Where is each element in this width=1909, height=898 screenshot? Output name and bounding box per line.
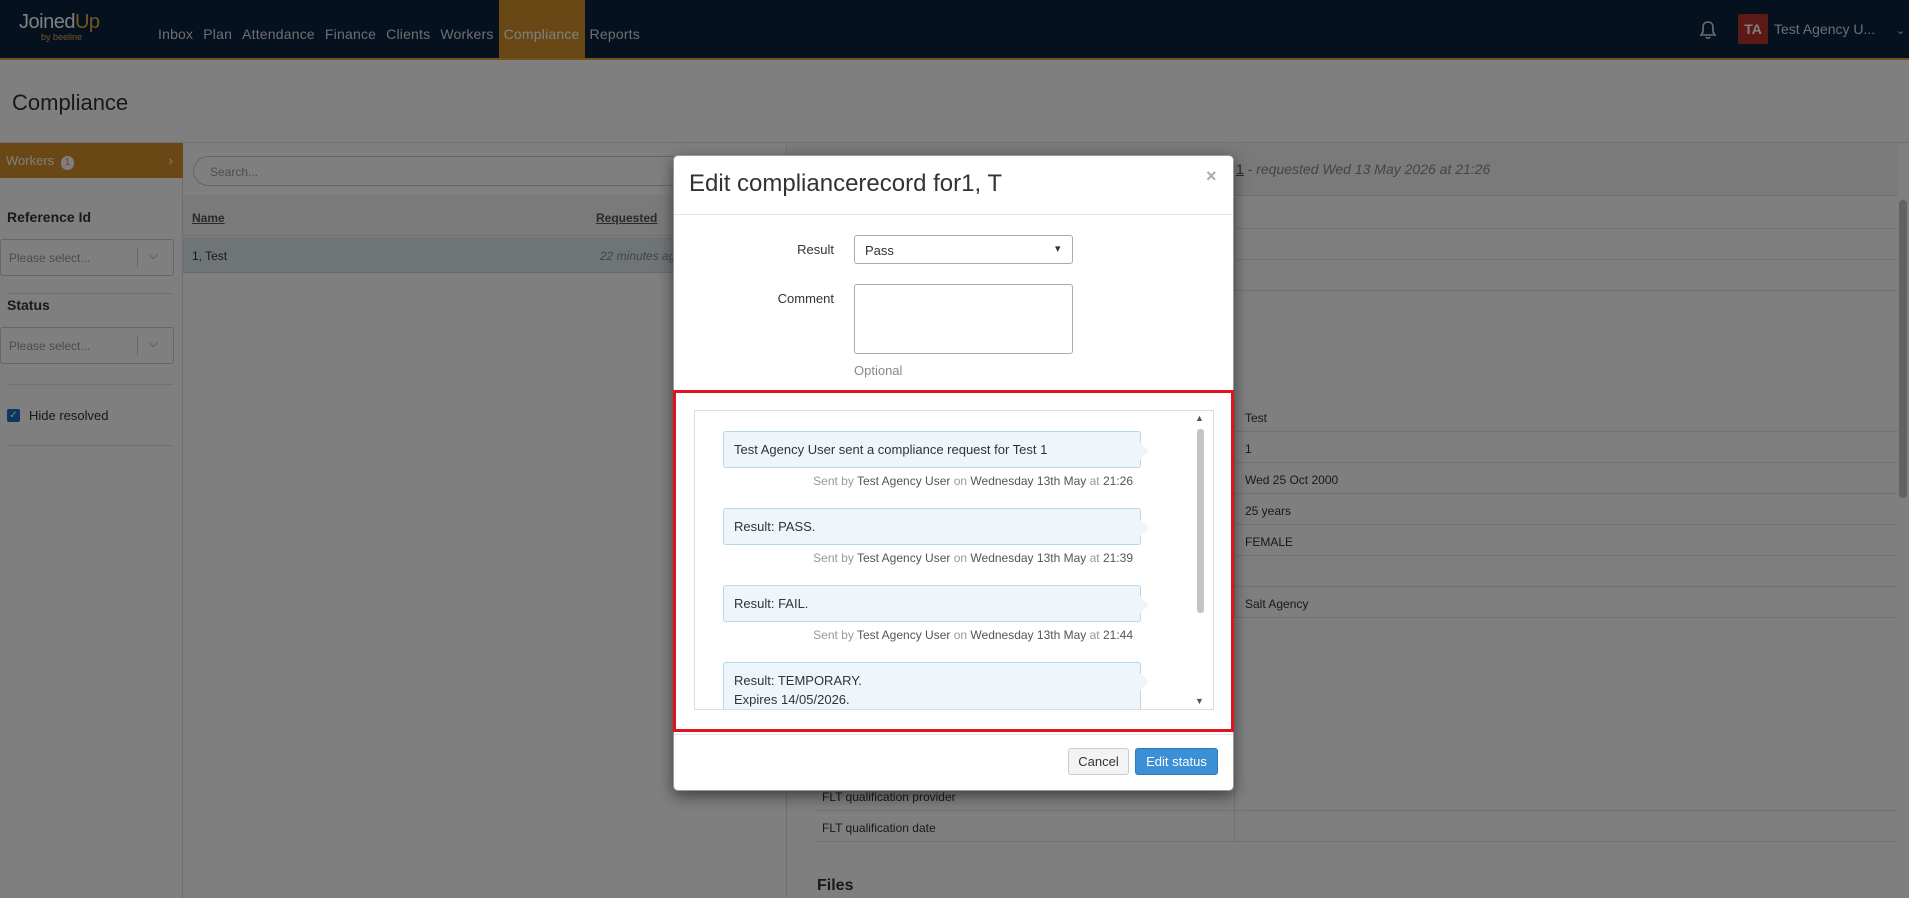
meta-date: Wednesday 13th May (970, 474, 1087, 488)
comment-hint: Optional (854, 363, 903, 378)
divider (674, 734, 1233, 735)
meta-sender: Test Agency User (856, 474, 951, 488)
scroll-down-icon[interactable]: ▼ (1195, 696, 1204, 706)
result-value: Pass (865, 243, 894, 258)
message-text: Test Agency User sent a compliance reque… (734, 442, 1048, 457)
thread-scrollbar[interactable] (1197, 429, 1204, 613)
message-text: Result: PASS. (734, 519, 816, 534)
meta-date: Wednesday 13th May (970, 551, 1087, 565)
meta-time: 21:39 (1102, 551, 1133, 565)
message-bubble: Test Agency User sent a compliance reque… (723, 431, 1149, 468)
message-text-line2: Expires 14/05/2026. (734, 692, 850, 707)
message-meta: Sent by Test Agency User on Wednesday 13… (695, 551, 1133, 565)
meta-prefix: Sent by (813, 474, 854, 488)
message-text: Result: TEMPORARY. (734, 673, 862, 688)
dialog-title: Edit compliancerecord for1, T (689, 170, 1003, 197)
message-text: Result: FAIL. (734, 596, 809, 611)
meta-time: 21:26 (1102, 474, 1133, 488)
meta-on: on (953, 551, 968, 565)
edit-compliance-dialog: Edit compliancerecord for1, T × Result P… (673, 155, 1234, 791)
message-thread[interactable]: Test Agency User sent a compliance reque… (694, 410, 1214, 710)
meta-time: 21:44 (1102, 628, 1133, 642)
result-select[interactable]: Pass ▾ (854, 235, 1073, 264)
meta-on: on (953, 628, 968, 642)
meta-sender: Test Agency User (856, 628, 951, 642)
meta-date: Wednesday 13th May (970, 628, 1087, 642)
meta-prefix: Sent by (813, 628, 854, 642)
message-meta: Sent by Test Agency User on Wednesday 13… (695, 628, 1133, 642)
message-bubble: Result: PASS. (723, 508, 1149, 545)
divider (674, 214, 1233, 215)
edit-status-button[interactable]: Edit status (1135, 748, 1218, 775)
meta-at: at (1089, 551, 1100, 565)
meta-prefix: Sent by (813, 551, 854, 565)
message-meta: Sent by Test Agency User on Wednesday 13… (695, 474, 1133, 488)
chevron-down-icon: ▾ (1055, 243, 1061, 255)
comment-label: Comment (777, 291, 834, 306)
comment-textarea[interactable] (854, 284, 1073, 354)
message-bubble: Result: TEMPORARY. Expires 14/05/2026. (723, 662, 1149, 709)
close-icon[interactable]: × (1206, 166, 1217, 187)
cancel-button[interactable]: Cancel (1068, 748, 1129, 775)
result-label: Result (797, 242, 834, 257)
meta-at: at (1089, 474, 1100, 488)
scroll-up-icon[interactable]: ▲ (1195, 413, 1204, 423)
message-bubble: Result: FAIL. (723, 585, 1149, 622)
meta-on: on (953, 474, 968, 488)
meta-sender: Test Agency User (856, 551, 951, 565)
meta-at: at (1089, 628, 1100, 642)
